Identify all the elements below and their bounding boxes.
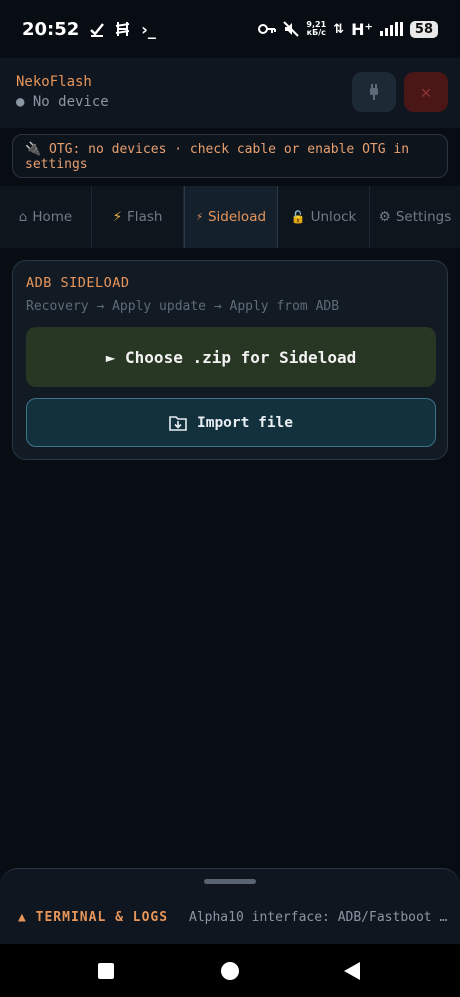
network-type: H⁺ <box>351 19 373 39</box>
app-header: NekoFlash ● No device ✕ <box>0 58 460 128</box>
plug-icon <box>370 84 378 100</box>
card-subtitle: Recovery → Apply update → Apply from ADB <box>26 299 340 314</box>
net-speed: 9,21 кБ/с <box>306 20 327 37</box>
card-title: ADB SIDELOAD <box>26 275 130 291</box>
tab-bar: ⌂ Home ⚡ Flash ⚡ Sideload 🔓 Unlock ⚙ Set… <box>0 186 460 248</box>
mute-icon <box>283 21 300 37</box>
drag-handle[interactable] <box>204 879 256 884</box>
usb-connect-button[interactable] <box>352 72 396 112</box>
sideload-card: ADB SIDELOAD Recovery → Apply update → A… <box>12 260 448 460</box>
terminal-title: ▲ TERMINAL & LOGS <box>18 910 169 925</box>
data-arrows-icon: ⇅ <box>333 21 345 37</box>
app-title: NekoFlash <box>16 74 92 90</box>
status-bar: 20:52 ›_ 9,21 кБ/с ⇅ H⁺ 58 <box>0 0 460 58</box>
recents-button[interactable] <box>76 944 136 997</box>
otg-warning-text: 🔌 OTG: no devices · check cable or enabl… <box>25 142 410 172</box>
device-status: ● No device <box>16 94 109 110</box>
close-icon: ✕ <box>420 81 432 103</box>
import-file-button[interactable]: Import file <box>26 398 436 447</box>
signal-icon <box>379 22 403 36</box>
checkmark-icon <box>90 23 105 37</box>
system-nav-bar <box>0 944 460 997</box>
home-icon: ⌂ <box>18 209 28 225</box>
tab-flash[interactable]: ⚡ Flash <box>92 186 184 248</box>
tab-home[interactable]: ⌂ Home <box>0 186 92 248</box>
app-h-icon <box>116 22 130 36</box>
disconnect-button[interactable]: ✕ <box>404 72 448 112</box>
unlock-icon: 🔓 <box>290 210 306 224</box>
back-button[interactable] <box>322 944 382 997</box>
otg-warning-banner: 🔌 OTG: no devices · check cable or enabl… <box>12 134 448 178</box>
terminal-log-preview: Alpha10 interface: ADB/Fastboot t… <box>189 910 454 925</box>
folder-import-icon <box>169 415 187 431</box>
choose-zip-button[interactable]: ► Choose .zip for Sideload <box>26 327 436 387</box>
gear-icon: ⚙ <box>378 209 391 225</box>
square-icon <box>98 962 114 979</box>
home-nav-button[interactable] <box>200 944 260 997</box>
terminal-sheet[interactable]: ▲ TERMINAL & LOGS Alpha10 interface: ADB… <box>0 868 460 944</box>
circle-icon <box>221 961 239 980</box>
terminal-status-icon: ›_ <box>141 19 156 39</box>
clock: 20:52 <box>22 18 80 40</box>
battery-icon: 58 <box>409 20 438 38</box>
bolt-icon: ⚡ <box>112 209 123 225</box>
tab-sideload[interactable]: ⚡ Sideload <box>184 186 278 248</box>
bolt-icon: ⚡ <box>195 211 203 223</box>
key-icon <box>258 24 277 34</box>
tab-unlock[interactable]: 🔓 Unlock <box>278 186 370 248</box>
triangle-back-icon <box>344 961 360 980</box>
tab-settings[interactable]: ⚙ Settings <box>370 186 460 248</box>
